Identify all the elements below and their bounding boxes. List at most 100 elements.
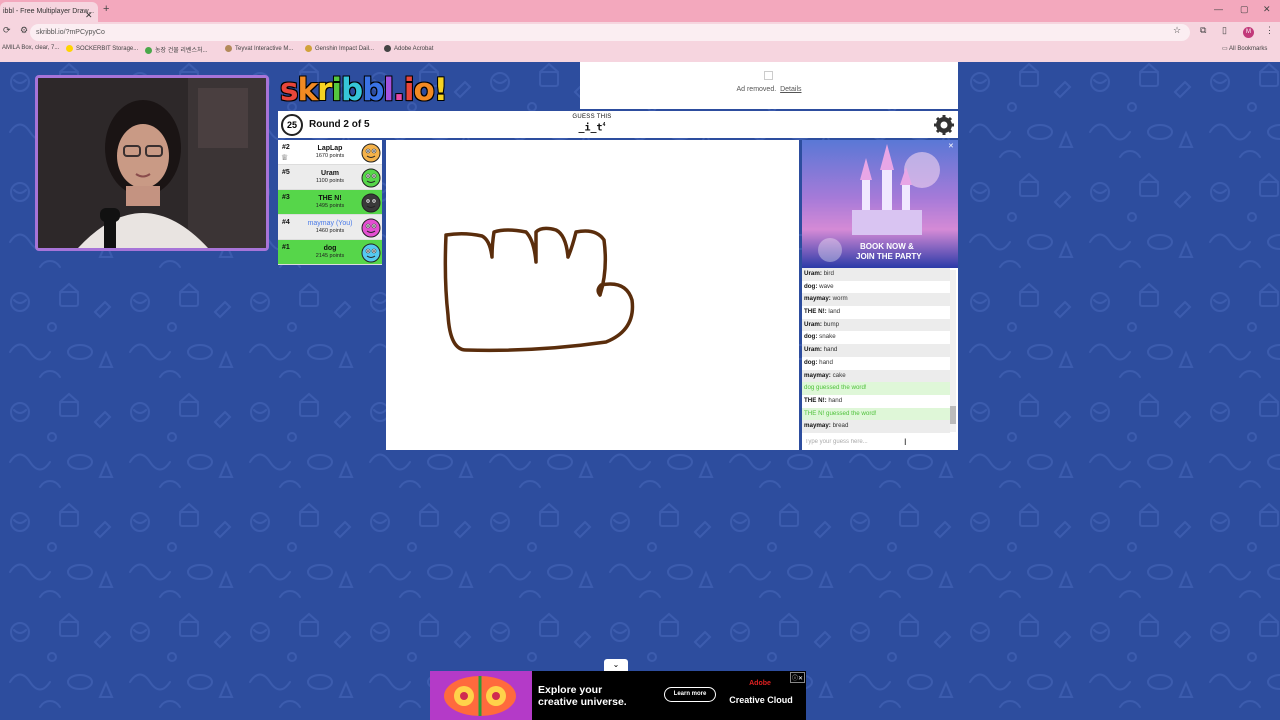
player-points: 1495 points: [315, 203, 345, 209]
bookmark-item[interactable]: AMILA Box, clear, 7...: [2, 45, 59, 51]
chat-text: cake: [832, 371, 846, 379]
tab-close-icon[interactable]: ✕: [85, 5, 93, 22]
chat-username: maymay: [804, 371, 829, 379]
ad-headline: Explore your: [538, 684, 603, 696]
bookmark-item[interactable]: Teyvat Interactive M...: [225, 45, 293, 52]
word-hint: _i_t4: [578, 122, 606, 134]
creative-cloud-text: Creative Cloud: [729, 695, 793, 705]
sidebar-icon[interactable]: ▯: [1222, 25, 1227, 36]
chat-text: bird: [823, 270, 834, 277]
chat-username: maymay: [804, 422, 829, 430]
ad-close-icon[interactable]: ✕: [948, 142, 954, 150]
chat-username: Uram: [804, 346, 820, 354]
player-avatar: [361, 143, 381, 163]
new-tab-button[interactable]: +: [103, 3, 109, 15]
window-close-button[interactable]: ✕: [1263, 4, 1271, 15]
round-timer: 25: [281, 114, 303, 136]
browser-chrome: ibbl - Free Multiplayer Draw... ✕ + — ▢ …: [0, 0, 1280, 62]
player-row[interactable]: #2 ♕ LapLap 1670 points: [278, 140, 382, 165]
extensions-icon[interactable]: ⧉: [1200, 25, 1206, 36]
ad-details-link[interactable]: Details: [780, 86, 801, 93]
chat-message: maymay: bread: [802, 420, 950, 433]
round-indicator: Round 2 of 5: [309, 119, 370, 130]
bottom-ad-banner[interactable]: Explore your creative universe. Learn mo…: [430, 671, 806, 720]
chat-scrollbar[interactable]: [950, 270, 956, 432]
chat-username: maymay: [804, 295, 829, 303]
all-bookmarks-link[interactable]: ▭ All Bookmarks: [1222, 45, 1267, 52]
ad-placeholder-icon: [764, 71, 773, 80]
adobe-ad-artwork: [430, 671, 532, 720]
player-rank: #4: [282, 219, 290, 226]
menu-kebab-icon[interactable]: ⋮: [1265, 25, 1274, 36]
chat-message: THE N!: land: [802, 306, 950, 319]
player-points: 1670 points: [315, 153, 345, 159]
minimize-button[interactable]: —: [1214, 4, 1223, 14]
player-name: Uram: [321, 170, 339, 177]
chat-text: bread: [832, 422, 849, 430]
chat-text: hand: [828, 396, 843, 404]
profile-avatar[interactable]: M: [1243, 27, 1254, 38]
guess-input[interactable]: [802, 434, 958, 450]
webcam-overlay: [35, 75, 269, 251]
drawing-canvas[interactable]: [386, 140, 799, 450]
bookmark-item[interactable]: SOCKERBIT Storage...: [66, 45, 138, 52]
player-row[interactable]: #5 Uram 1100 points: [278, 165, 382, 190]
ad-subheadline: JOIN THE PARTY: [856, 252, 922, 261]
ad-collapse-toggle[interactable]: ⌄: [604, 659, 628, 671]
chat-scrollbar-thumb[interactable]: [950, 406, 956, 424]
player-row[interactable]: #1 dog 2145 points: [278, 240, 382, 265]
player-name: dog: [323, 245, 337, 252]
url-text: skribbl.io/?mPCypyCo: [36, 29, 105, 36]
bookmark-favicon: [66, 45, 73, 52]
chat-text: land: [828, 308, 841, 316]
side-ad-banner[interactable]: ✕ BOOK NOW & JOIN THE PARTY: [802, 140, 958, 268]
chat-text: worm: [832, 295, 848, 303]
tab-strip: ibbl - Free Multiplayer Draw... ✕ + — ▢ …: [0, 0, 1280, 22]
chat-message: dog: hand: [802, 357, 950, 370]
skribbl-logo: skribbl.io!: [280, 72, 448, 108]
chat-username: Uram: [804, 270, 820, 277]
chat-correct-guess: THE N! guessed the word!: [802, 407, 950, 421]
bookmark-favicon: [225, 45, 232, 52]
chat-message: THE N!: hand: [802, 395, 950, 408]
adobe-logo-text: Adobe: [749, 680, 771, 687]
player-avatar: [361, 193, 381, 213]
player-points: 2145 points: [315, 253, 345, 259]
maximize-button[interactable]: ▢: [1240, 4, 1249, 15]
player-avatar: [361, 168, 381, 188]
learn-more-button[interactable]: Learn more: [664, 687, 716, 702]
chat-message: Uram: hand: [802, 344, 950, 357]
bookmarks-bar: AMILA Box, clear, 7... SOCKERBIT Storage…: [0, 44, 1280, 58]
chat-text: bump: [823, 320, 840, 328]
chat-message: maymay: cake: [802, 369, 950, 383]
browser-tab[interactable]: ibbl - Free Multiplayer Draw... ✕: [0, 2, 98, 22]
settings-gear-icon[interactable]: [933, 114, 955, 136]
guess-this-label: GUESS THIS: [572, 114, 612, 120]
player-row[interactable]: #4 maymay (You) 1460 points: [278, 215, 382, 240]
address-bar[interactable]: skribbl.io/?mPCypyCo: [30, 24, 1190, 41]
reload-icon[interactable]: ⟳: [3, 25, 11, 36]
ad-removed-banner: Ad removed. Details: [580, 62, 958, 109]
chat-username: THE N!: [804, 308, 825, 316]
chat-text: THE N! guessed the word!: [804, 409, 877, 417]
site-info-icon[interactable]: ⚙: [20, 25, 28, 36]
bookmark-item[interactable]: Adobe Acrobat: [384, 45, 433, 52]
chat-username: dog: [804, 333, 816, 341]
folder-icon: ▭: [1222, 46, 1230, 52]
game-header: 25 Round 2 of 5 GUESS THIS _i_t4: [278, 111, 958, 138]
chat-username: dog: [804, 282, 816, 290]
ad-close-icon[interactable]: ⓘ✕: [790, 672, 806, 683]
chat-text: wave: [819, 282, 834, 290]
chat-message: Uram: bump: [802, 318, 950, 332]
chat-username: dog: [804, 358, 816, 366]
bookmark-favicon: [384, 45, 391, 52]
chat-log[interactable]: Uram: bird dog: wave maymay: worm THE N!: l…: [802, 268, 958, 434]
player-rank: #1: [282, 244, 290, 251]
player-avatar: [361, 218, 381, 238]
player-row[interactable]: #3 THE N! 1495 points: [278, 190, 382, 215]
player-rank: #2: [282, 144, 290, 151]
bookmark-star-icon[interactable]: ☆: [1173, 25, 1181, 36]
bookmark-item[interactable]: Genshin Impact Dail...: [305, 45, 374, 52]
ad-headline: BOOK NOW &: [860, 242, 914, 251]
bookmark-item[interactable]: 농장 건물 리벤스처...: [145, 45, 208, 54]
